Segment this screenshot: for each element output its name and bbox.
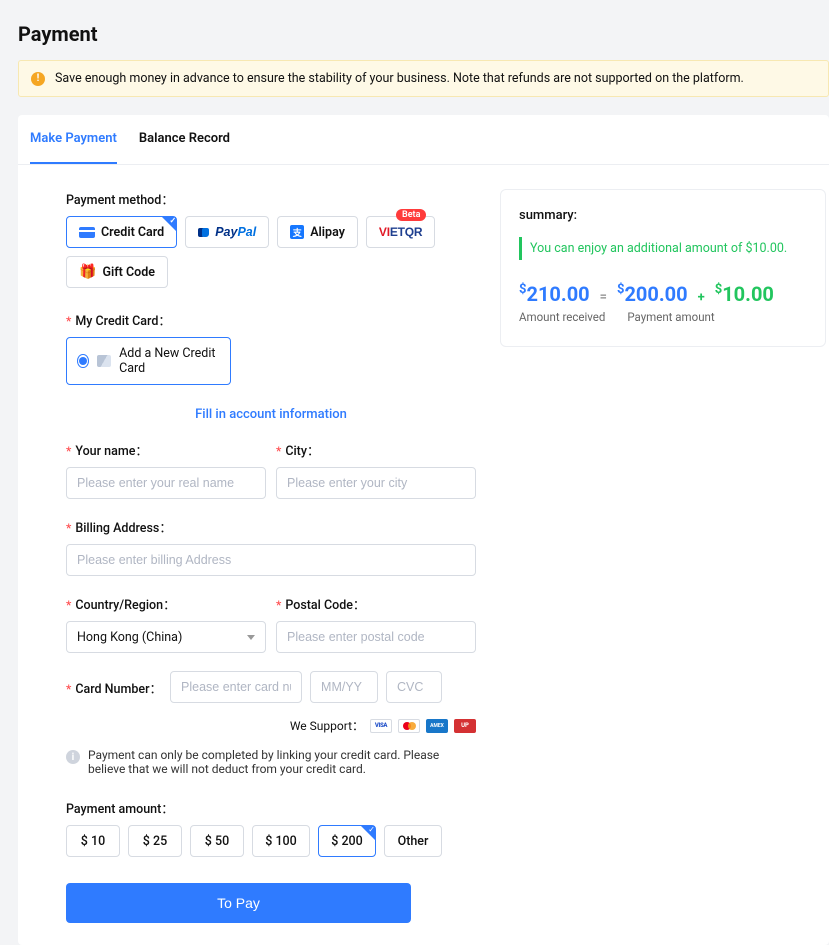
page-title: Payment: [0, 0, 829, 60]
postal-input[interactable]: [276, 621, 476, 653]
plus-sign: +: [698, 290, 705, 305]
payment-amount-value: $200.00: [617, 282, 688, 306]
mastercard-icon: [398, 719, 420, 733]
bonus-amount-value: $10.00: [715, 282, 774, 306]
info-alert: ! Save enough money in advance to ensure…: [18, 60, 829, 97]
visa-icon: VISA: [370, 719, 392, 733]
name-label: Your name：: [66, 440, 266, 459]
amount-option-1[interactable]: $ 25: [128, 825, 182, 857]
card-number-input[interactable]: [170, 671, 302, 703]
payment-method-label: Payment method：: [66, 189, 476, 208]
amount-equation: $210.00 = $200.00 + $10.00: [519, 282, 807, 306]
we-support-row: We Support： VISA AMEX UP: [66, 717, 476, 734]
card-number-label: Card Number：: [66, 678, 162, 697]
method-credit-card-label: Credit Card: [101, 225, 164, 240]
credit-card-icon: [79, 227, 95, 238]
postal-label: Postal Code：: [276, 594, 476, 613]
method-credit-card[interactable]: Credit Card: [66, 216, 177, 248]
method-alipay[interactable]: 支 Alipay: [277, 216, 358, 248]
equals-sign: =: [600, 290, 607, 305]
method-paypal[interactable]: PayPal: [185, 216, 269, 248]
method-gift-code[interactable]: 🎁 Gift Code: [66, 256, 168, 288]
billing-address-label: Billing Address：: [66, 517, 476, 536]
alert-text: Save enough money in advance to ensure t…: [55, 71, 744, 86]
amount-options: $ 10$ 25$ 50$ 100$ 200Other: [66, 825, 476, 857]
amount-option-5[interactable]: Other: [384, 825, 442, 857]
amex-icon: AMEX: [426, 719, 448, 733]
country-label: Country/Region：: [66, 594, 266, 613]
country-value: Hong Kong (China): [77, 630, 182, 645]
to-pay-button[interactable]: To Pay: [66, 883, 411, 923]
tab-make-payment[interactable]: Make Payment: [30, 115, 117, 164]
amount-option-4[interactable]: $ 200: [318, 825, 376, 857]
unionpay-icon: UP: [454, 719, 476, 733]
name-input[interactable]: [66, 467, 266, 499]
paypal-wordmark: PayPal: [215, 225, 256, 239]
paypal-icon: [198, 228, 209, 237]
tab-balance-record[interactable]: Balance Record: [139, 115, 230, 164]
add-credit-card-option[interactable]: Add a New Credit Card: [66, 337, 231, 385]
payment-amount-sublabel: Payment amount: [627, 310, 714, 324]
tab-bar: Make Payment Balance Record: [18, 115, 829, 165]
warning-icon: !: [31, 72, 45, 86]
beta-badge: Beta: [396, 209, 426, 221]
note-text: Payment can only be completed by linking…: [88, 748, 476, 776]
alipay-icon: 支: [290, 225, 304, 239]
card-icon: [97, 355, 111, 367]
chevron-down-icon: [247, 635, 255, 640]
summary-panel: summary: You can enjoy an additional amo…: [500, 189, 826, 347]
credit-card-note: i Payment can only be completed by linki…: [66, 748, 476, 776]
payment-card: Make Payment Balance Record Payment meth…: [18, 115, 829, 945]
expiry-input[interactable]: [310, 671, 378, 703]
amount-option-0[interactable]: $ 10: [66, 825, 120, 857]
payment-amount-label: Payment amount：: [66, 798, 476, 817]
add-credit-card-label: Add a New Credit Card: [119, 346, 220, 376]
method-vietqr[interactable]: Beta VIETQR: [366, 216, 436, 248]
radio-selected-icon: [77, 354, 89, 368]
amount-option-2[interactable]: $ 50: [190, 825, 244, 857]
we-support-label: We Support：: [290, 717, 364, 734]
gift-icon: 🎁: [79, 264, 96, 280]
cvc-input[interactable]: [386, 671, 442, 703]
city-input[interactable]: [276, 467, 476, 499]
amount-received-label: Amount received: [519, 310, 605, 324]
vietqr-wordmark: VIETQR: [379, 225, 423, 239]
summary-title: summary:: [519, 208, 807, 223]
method-alipay-label: Alipay: [310, 225, 345, 240]
city-label: City：: [276, 440, 476, 459]
info-icon: i: [66, 750, 80, 764]
my-credit-card-label: My Credit Card：: [66, 310, 476, 329]
form-column: Payment method： Credit Card PayPal 支 Ali…: [66, 189, 476, 923]
amount-received-value: $210.00: [519, 282, 590, 306]
payment-method-row: Credit Card PayPal 支 Alipay Beta VIETQR …: [66, 216, 476, 288]
promo-message: You can enjoy an additional amount of $1…: [519, 237, 807, 260]
method-gift-code-label: Gift Code: [102, 265, 155, 280]
amount-option-3[interactable]: $ 100: [252, 825, 310, 857]
country-select[interactable]: Hong Kong (China): [66, 621, 266, 653]
fill-account-info-link[interactable]: Fill in account information: [66, 407, 476, 422]
billing-address-input[interactable]: [66, 544, 476, 576]
